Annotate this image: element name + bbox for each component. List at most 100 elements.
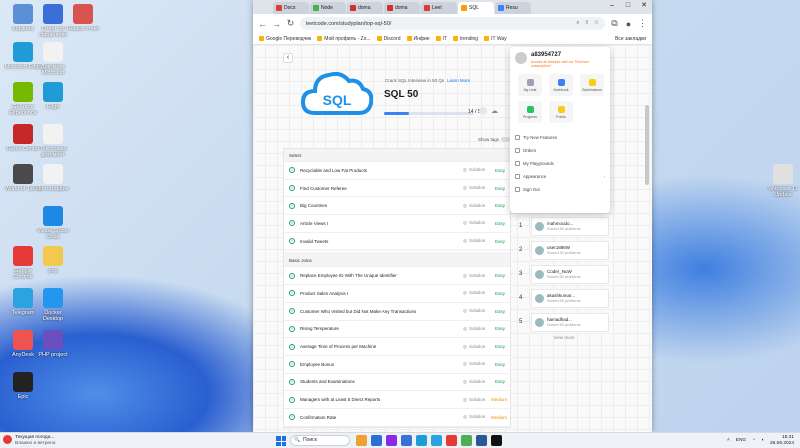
back-button[interactable]: ‹ (283, 53, 293, 63)
taskbar-app-icon[interactable] (356, 435, 367, 446)
dropdown-item[interactable]: Orders (515, 144, 605, 157)
problem-title[interactable]: Article Views I (300, 221, 463, 226)
problem-title[interactable]: Managers with at Least 5 Direct Reports (300, 397, 463, 402)
problem-title[interactable]: Invalid Tweets (300, 239, 463, 244)
problem-row[interactable]: ✓ Find Customer RefereeSolutionEasy (284, 180, 510, 198)
desktop-icon[interactable]: Windows 11 Update (764, 164, 800, 198)
dropdown-tile[interactable]: Points (549, 101, 573, 123)
browser-tab[interactable]: Leet (421, 2, 457, 14)
problem-title[interactable]: Product Sales Analysis I (300, 291, 463, 296)
solution-link[interactable]: Solution (463, 361, 491, 367)
browser-tab[interactable]: doma (384, 2, 420, 14)
dropdown-item[interactable]: Appearance › (515, 170, 605, 183)
menu-icon[interactable]: ⋮ (638, 18, 647, 29)
problem-row[interactable]: ✓ Product Sales Analysis ISolutionEasy (284, 285, 510, 303)
solution-link[interactable]: Solution (463, 397, 491, 403)
cloud-icon[interactable]: ☁ (491, 107, 498, 115)
desktop-icon[interactable]: Документ Microsoft (34, 42, 72, 76)
clock[interactable]: 15:31 26.06.2024 (770, 435, 794, 446)
desktop-icon[interactable]: Edge (34, 82, 72, 116)
desktop-icon[interactable]: Текстовый документ (34, 124, 72, 158)
problem-row[interactable]: ✓ Recyclable and Low Fat ProductsSolution… (284, 162, 510, 180)
dropdown-item[interactable]: My Playgrounds (515, 157, 605, 170)
problem-title[interactable]: Find Customer Referee (300, 186, 463, 191)
taskbar-app-icon[interactable] (491, 435, 502, 446)
problem-row[interactable]: ✓ Replace Employee ID With The Unique Ide… (284, 267, 510, 286)
username[interactable]: a83954727 (531, 52, 605, 58)
leaderboard-card[interactable]: mahmoudo... Solved 50 problems (531, 216, 609, 236)
user-name[interactable]: user1886W (547, 245, 581, 250)
problem-title[interactable]: Average Time of Process per Machine (300, 344, 463, 349)
bookmark-item[interactable]: IT (436, 36, 447, 42)
volume-icon[interactable]: ◖ (761, 438, 764, 443)
view-more-link[interactable]: View more (519, 335, 609, 340)
problem-title[interactable]: Replace Employee ID With The Unique Iden… (300, 273, 463, 278)
profile-icon[interactable]: ● (624, 19, 633, 29)
scrollbar[interactable] (645, 105, 649, 185)
bookmark-item[interactable]: Инфин (407, 36, 430, 42)
solution-link[interactable]: Solution (463, 344, 491, 350)
forward-icon[interactable]: → (272, 19, 281, 29)
dropdown-tile[interactable]: My Lists (518, 74, 542, 96)
bookmark-item[interactable]: Google Переводчик (259, 36, 311, 42)
bookmark-item[interactable]: Мой профиль - Zo... (317, 36, 370, 42)
desktop-icon[interactable]: PHP project (34, 330, 72, 364)
address-bar[interactable]: leetcode.com/studyplan/top-sql-50/ ⌕ ⇪ ☆ (300, 17, 605, 30)
solution-link[interactable]: Solution (463, 273, 491, 279)
bookmark-item[interactable]: Discord (377, 36, 401, 42)
browser-tab[interactable]: SQL (458, 2, 494, 14)
problem-title[interactable]: Confirmation Rate (300, 415, 463, 420)
maximize-icon[interactable]: □ (620, 0, 636, 12)
problem-row[interactable]: ✓ Article Views ISolutionEasy (284, 215, 510, 233)
user-name[interactable]: hamadhad... (547, 317, 581, 322)
toggle-switch-icon[interactable] (501, 137, 511, 142)
leaderboard-row[interactable]: 5 hamadhad... Solved 50 problems (519, 311, 609, 333)
browser-tab[interactable]: Node (310, 2, 346, 14)
bookmark-item[interactable]: IT Way (484, 36, 507, 42)
taskbar-app-icon[interactable] (461, 435, 472, 446)
premium-note[interactable]: Access all features with our Premium sub… (531, 60, 605, 68)
star-icon[interactable]: ☆ (594, 20, 599, 27)
problem-title[interactable]: Rising Temperature (300, 326, 463, 331)
desktop-icon[interactable]: Epic (4, 372, 42, 406)
desktop-icon[interactable]: Google Chrome (4, 246, 42, 280)
problem-title[interactable]: Customer Who Visited but Did Not Make An… (300, 309, 463, 314)
problem-title[interactable]: Employee Bonus (300, 362, 463, 367)
browser-tab[interactable]: Resu (495, 2, 531, 14)
taskbar-app-icon[interactable] (476, 435, 487, 446)
dropdown-item[interactable]: Try New Features (515, 131, 605, 144)
user-name[interactable]: Coder_NuW (547, 269, 581, 274)
taskbar-app-icon[interactable] (401, 435, 412, 446)
dropdown-tile[interactable]: Progress (518, 101, 542, 123)
leaderboard-card[interactable]: Coder_NuW Solved 50 problems (531, 264, 609, 284)
taskbar-search[interactable]: Поиск (290, 435, 350, 446)
share-icon[interactable]: ⇪ (584, 20, 589, 27)
extensions-icon[interactable]: ⧉ (610, 18, 619, 29)
browser-tab[interactable]: doma (347, 2, 383, 14)
taskbar-app-icon[interactable] (431, 435, 442, 446)
minimize-icon[interactable]: – (604, 0, 620, 12)
stats-pie-icon[interactable] (479, 107, 487, 115)
browser-tab[interactable]: Docs (273, 2, 309, 14)
search-icon[interactable]: ⌕ (576, 20, 579, 27)
leaderboard-row[interactable]: 1 mahmoudo... Solved 50 problems (519, 215, 609, 237)
solution-link[interactable]: Solution (463, 238, 491, 244)
solution-link[interactable]: Solution (463, 308, 491, 314)
desktop-icon[interactable]: Новый отчёт (64, 4, 102, 38)
dropdown-item[interactable]: Sign Out (515, 183, 605, 196)
problem-row[interactable]: ✓ Students and ExaminationsSolutionEasy (284, 374, 510, 392)
wifi-icon[interactable]: ◔ (752, 438, 755, 443)
leaderboard-card[interactable]: hamadhad... Solved 50 problems (531, 312, 609, 332)
taskbar-app-icon[interactable] (371, 435, 382, 446)
show-tags-toggle[interactable]: Show tags (478, 137, 511, 142)
problem-row[interactable]: ✓ Managers with at Least 5 Direct Reports… (284, 391, 510, 409)
bookmark-item[interactable]: trending (453, 36, 478, 42)
desktop-icon[interactable]: Фотографии (34, 164, 72, 198)
dropdown-tile[interactable]: Notebook (549, 74, 573, 96)
leaderboard-row[interactable]: 3 Coder_NuW Solved 50 problems (519, 263, 609, 285)
solution-link[interactable]: Solution (463, 290, 491, 296)
solution-link[interactable]: Solution (463, 414, 491, 420)
start-icon[interactable] (276, 436, 286, 446)
taskbar-app-icon[interactable] (446, 435, 457, 446)
user-name[interactable]: mahmoudo... (547, 221, 581, 226)
